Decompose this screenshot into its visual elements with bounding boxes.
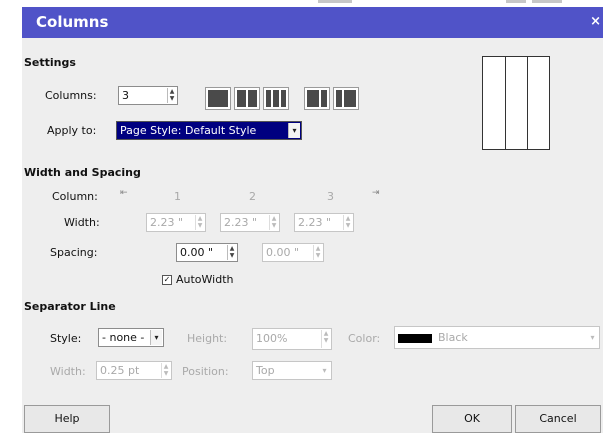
- separator-style-value: - none -: [102, 331, 145, 344]
- separator-width-value: 0.25 pt: [100, 364, 140, 377]
- separator-position-label: Position:: [182, 365, 229, 378]
- cancel-button[interactable]: Cancel: [515, 405, 601, 433]
- stepper-arrows-icon[interactable]: ▲ ▼: [343, 215, 352, 230]
- dialog-title: Columns: [36, 13, 109, 31]
- chevron-down-icon[interactable]: ▾: [150, 330, 162, 345]
- background-window-strip: [0, 0, 603, 7]
- columns-dialog: Settings Columns: 3 ▲ ▼ Apply to: Page St…: [22, 38, 603, 433]
- ok-button-label: OK: [464, 412, 480, 425]
- background-window-mark: [318, 0, 352, 3]
- stepper-arrows-icon[interactable]: ▲ ▼: [227, 245, 236, 260]
- columns-stepper[interactable]: 3 ▲ ▼: [118, 86, 178, 105]
- spacing-value: 0.00 ": [180, 246, 214, 259]
- column-number: 2: [249, 190, 256, 203]
- chevron-down-icon[interactable]: ▾: [288, 123, 300, 138]
- preview-column-divider: [527, 57, 528, 149]
- separator-width-label: Width:: [50, 365, 86, 378]
- apply-to-value: Page Style: Default Style: [120, 124, 257, 137]
- preset-2-columns-left[interactable]: [304, 87, 330, 110]
- autowidth-checkbox[interactable]: ✓: [162, 275, 172, 285]
- apply-to-dropdown[interactable]: Page Style: Default Style ▾: [116, 121, 302, 140]
- column-width-field[interactable]: 2.23 " ▲ ▼: [294, 213, 354, 232]
- preset-1-column[interactable]: [205, 87, 231, 110]
- column-width-field[interactable]: 2.23 " ▲ ▼: [146, 213, 206, 232]
- column-width-value: 2.23 ": [224, 216, 258, 229]
- width-label: Width:: [64, 216, 100, 229]
- cancel-button-label: Cancel: [539, 412, 577, 425]
- spacing-field[interactable]: 0.00 " ▲ ▼: [176, 243, 238, 262]
- separator-position-dropdown[interactable]: Top ▾: [252, 361, 332, 380]
- column-number: 1: [174, 190, 181, 203]
- stepper-arrows-icon[interactable]: ▲ ▼: [313, 245, 322, 260]
- spacing-field[interactable]: 0.00 " ▲ ▼: [262, 243, 324, 262]
- separator-color-value: Black: [438, 331, 468, 344]
- column-right-arrow-icon[interactable]: ⇥: [372, 188, 380, 198]
- separator-width-field[interactable]: 0.25 pt ▲ ▼: [96, 361, 172, 380]
- ok-button[interactable]: OK: [432, 405, 512, 433]
- separator-height-field[interactable]: 100% ▲ ▼: [252, 328, 332, 350]
- settings-heading: Settings: [24, 56, 76, 69]
- autowidth-label: AutoWidth: [176, 273, 234, 286]
- separator-color-label: Color:: [348, 332, 381, 345]
- column-width-value: 2.23 ": [298, 216, 332, 229]
- dialog-titlebar[interactable]: Columns ×: [22, 7, 603, 38]
- width-spacing-heading: Width and Spacing: [24, 166, 141, 179]
- close-icon[interactable]: ×: [590, 14, 601, 29]
- spacing-label: Spacing:: [50, 246, 98, 259]
- spacing-value: 0.00 ": [266, 246, 300, 259]
- background-window-mark: [532, 0, 562, 3]
- separator-style-dropdown[interactable]: - none - ▾: [98, 328, 164, 347]
- help-button[interactable]: Help: [24, 405, 110, 433]
- separator-color-dropdown[interactable]: Black ▾: [394, 326, 600, 349]
- preset-3-columns[interactable]: [263, 87, 289, 110]
- preview-column-divider: [505, 57, 506, 149]
- stepper-arrows-icon[interactable]: ▲ ▼: [195, 215, 204, 230]
- preset-2-columns[interactable]: [234, 87, 260, 110]
- background-window-mark: [506, 0, 526, 3]
- stepper-arrows-icon[interactable]: ▲ ▼: [321, 330, 330, 348]
- columns-value: 3: [122, 89, 129, 102]
- column-left-arrow-icon[interactable]: ⇤: [120, 188, 128, 198]
- separator-style-label: Style:: [50, 332, 82, 345]
- columns-preview: [482, 56, 550, 150]
- chevron-down-icon[interactable]: ▾: [319, 363, 330, 378]
- chevron-down-icon[interactable]: ▾: [587, 328, 598, 347]
- help-button-label: Help: [54, 412, 80, 425]
- apply-to-label: Apply to:: [47, 124, 97, 137]
- separator-height-value: 100%: [256, 332, 288, 345]
- preset-2-columns-right[interactable]: [333, 87, 359, 110]
- column-label: Column:: [52, 190, 98, 203]
- column-width-value: 2.23 ": [150, 216, 184, 229]
- stepper-arrows-icon[interactable]: ▲ ▼: [167, 88, 176, 103]
- columns-label: Columns:: [45, 89, 97, 102]
- color-swatch: [398, 333, 432, 343]
- stepper-arrows-icon[interactable]: ▲ ▼: [269, 215, 278, 230]
- column-width-field[interactable]: 2.23 " ▲ ▼: [220, 213, 280, 232]
- column-number: 3: [327, 190, 334, 203]
- separator-height-label: Height:: [187, 332, 228, 345]
- stepper-arrows-icon[interactable]: ▲ ▼: [161, 363, 170, 378]
- separator-position-value: Top: [256, 364, 275, 377]
- separator-heading: Separator Line: [24, 300, 116, 313]
